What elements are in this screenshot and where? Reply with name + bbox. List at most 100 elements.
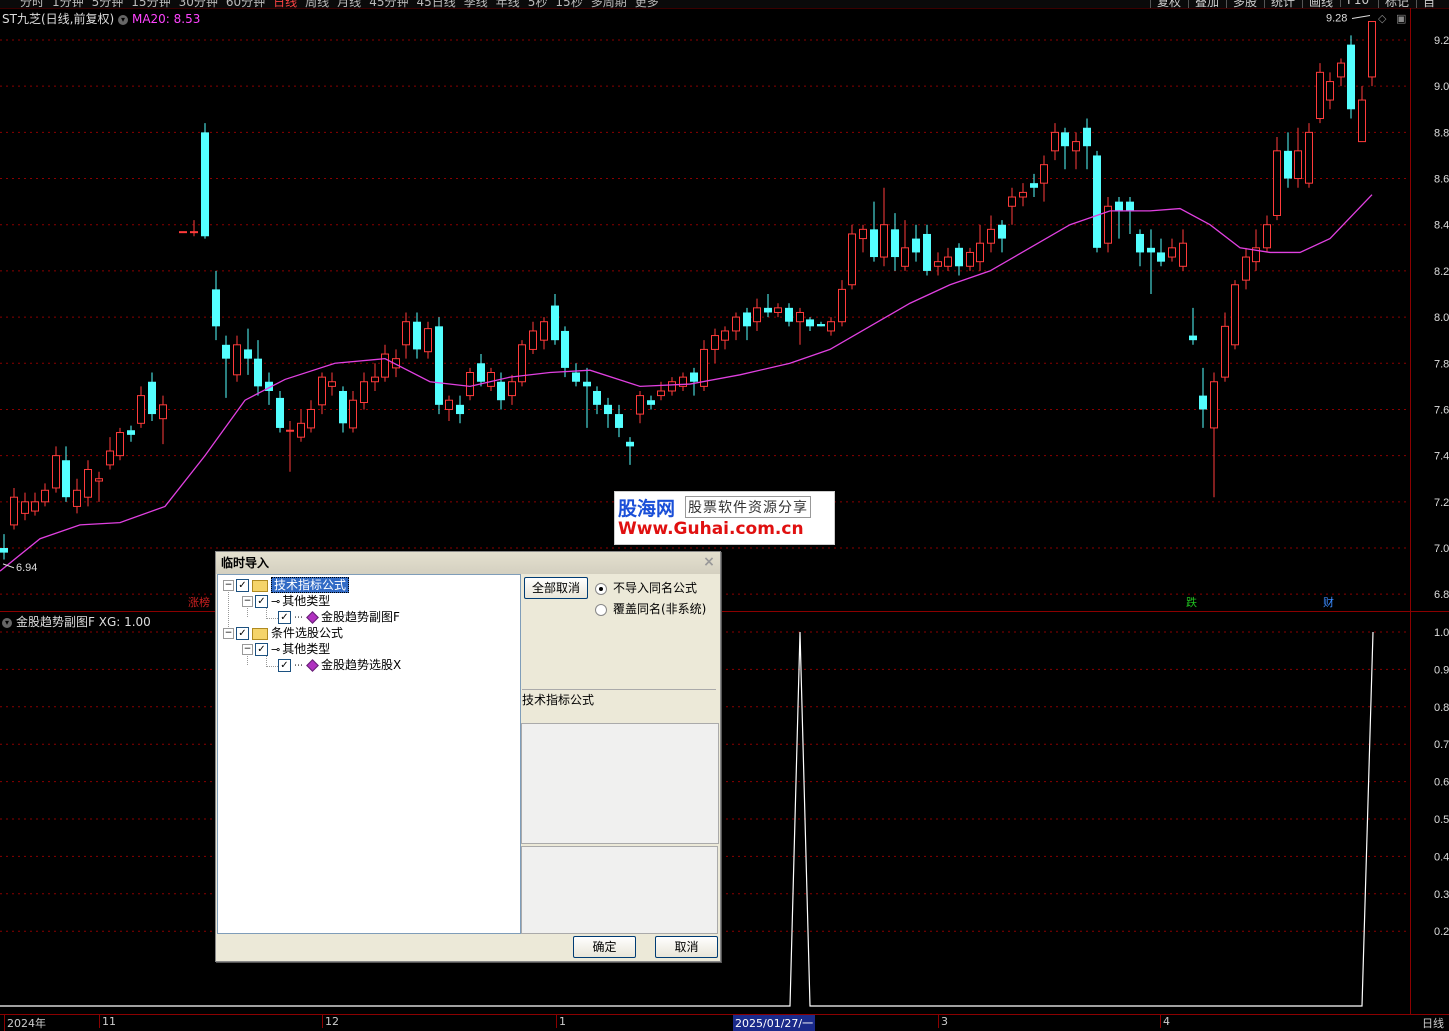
watermark-tagline: 股票软件资源分享: [685, 496, 811, 518]
indicator-tick-label: 0.60: [1434, 777, 1449, 789]
tree-node-other-type[interactable]: − ✓ ⊸ 其他类型: [242, 593, 330, 609]
candle-body: [923, 233, 931, 271]
checkbox[interactable]: ✓: [278, 611, 291, 624]
candle-body: [987, 228, 995, 244]
candle-body: [371, 376, 379, 383]
tree-node-stock-selection[interactable]: − ✓ 条件选股公式: [223, 625, 343, 641]
candle-body: [806, 319, 814, 327]
dialog-titlebar[interactable]: 临时导入 ×: [216, 552, 720, 574]
ok-button[interactable]: 确定: [573, 936, 636, 958]
square-icon: ▣: [1396, 12, 1406, 25]
checkbox[interactable]: ✓: [236, 579, 249, 592]
candle-body: [1368, 21, 1376, 78]
candle-body: [328, 381, 336, 387]
candle-body: [529, 330, 537, 350]
candle-body: [179, 231, 187, 234]
preview-panel: [521, 846, 718, 934]
candle-body: [827, 321, 835, 332]
tree-node-label: 金股趋势选股X: [321, 658, 402, 672]
candle-body: [721, 330, 729, 341]
checkbox[interactable]: ✓: [255, 595, 268, 608]
candle-body: [1072, 141, 1080, 152]
formula-tree[interactable]: − ✓ 技术指标公式 − ✓ ⊸ 其他类型 ✓ ⋯ 金股趋势副图F − ✓ 条件选股公式 − ✓ ⊸ 其…: [217, 574, 521, 934]
candle-body: [753, 307, 761, 323]
price-tick-label: 8.20: [1434, 266, 1449, 278]
candle-body: [636, 395, 644, 415]
collapse-icon[interactable]: ▾: [2, 617, 12, 628]
candle-body: [1189, 335, 1197, 341]
candle-body: [1199, 395, 1207, 410]
candle-body: [1083, 127, 1091, 147]
ma20-label: MA20: 8.53: [131, 12, 201, 26]
candle-body: [212, 289, 220, 327]
price-tick-label: 7.40: [1434, 451, 1449, 463]
watermark-logo: 股海网: [618, 498, 676, 520]
cancel-button[interactable]: 取消: [655, 936, 718, 958]
tree-node-formula[interactable]: ✓ ⋯ 金股趋势选股X: [278, 657, 401, 673]
tree-node-label: 条件选股公式: [271, 626, 344, 640]
candle-body: [297, 422, 305, 438]
price-tick-label: 6.80: [1434, 589, 1449, 601]
candle-body: [998, 224, 1006, 239]
candle-body: [84, 468, 92, 498]
candle-body: [222, 344, 230, 359]
radio-icon[interactable]: [595, 582, 607, 595]
candle-body: [764, 307, 772, 313]
close-icon[interactable]: ×: [702, 555, 716, 569]
link-icon: ⋯: [294, 660, 303, 671]
high-price-marker: 9.28: [1326, 13, 1347, 25]
period-indicator[interactable]: 日线: [1422, 1015, 1444, 1031]
candle-body: [318, 376, 326, 406]
price-tick-label: 8.00: [1434, 312, 1449, 324]
price-tick-label: 9.20: [1434, 35, 1449, 47]
watermark-url: Www.Guhai.com.cn: [618, 519, 804, 539]
checkbox[interactable]: ✓: [255, 643, 268, 656]
clear-all-button[interactable]: 全部取消: [524, 577, 588, 599]
tree-node-tech-indicators[interactable]: − ✓ 技术指标公式: [223, 577, 350, 593]
candle-body: [817, 324, 825, 327]
candle-body: [424, 328, 432, 353]
tree-node-label: 其他类型: [282, 642, 331, 656]
candle-body: [190, 231, 198, 234]
candle-body: [21, 501, 29, 514]
price-tick-label: 8.40: [1434, 220, 1449, 232]
candle-body: [1221, 325, 1229, 378]
checkbox[interactable]: ✓: [236, 627, 249, 640]
radio-icon[interactable]: [595, 603, 607, 616]
candle-body: [615, 414, 623, 428]
indicator-tick-label: 0.20: [1434, 926, 1449, 938]
tree-node-label: 技术指标公式: [271, 577, 350, 593]
candle-body: [73, 489, 81, 507]
candle-body: [1147, 247, 1155, 253]
radio-overwrite[interactable]: 覆盖同名(非系统): [595, 600, 706, 617]
stock-title: ST九芝(日线,前复权): [2, 12, 115, 26]
collapse-icon[interactable]: −: [223, 628, 234, 639]
collapse-icon[interactable]: −: [242, 644, 253, 655]
candle-body: [497, 381, 505, 401]
toolbar-button[interactable]: F10: [1340, 0, 1375, 7]
formula-icon: [306, 611, 319, 624]
candle-body: [52, 455, 60, 489]
diamond-icon: ◇: [1378, 12, 1387, 25]
event-marker: 涨榜: [188, 595, 210, 609]
candle-body: [934, 261, 942, 267]
watermark-banner: 股海网 股票软件资源分享 Www.Guhai.com.cn: [614, 491, 835, 545]
link-icon: ⋯: [294, 612, 303, 623]
candle-body: [732, 316, 740, 332]
candle-body: [456, 404, 464, 415]
key-icon: ⊸: [271, 642, 281, 656]
price-tick-label: 8.80: [1434, 127, 1449, 139]
checkbox[interactable]: ✓: [278, 659, 291, 672]
candle-body: [254, 358, 262, 387]
tree-line: [266, 618, 278, 619]
event-marker: 财: [1323, 595, 1334, 609]
indicator-tick-label: 1.00: [1434, 627, 1449, 639]
collapse-icon[interactable]: −: [242, 596, 253, 607]
tree-node-formula[interactable]: ✓ ⋯ 金股趋势副图F: [278, 609, 400, 625]
candle-body: [1019, 191, 1027, 198]
collapse-icon[interactable]: −: [223, 580, 234, 591]
radio-skip-duplicates[interactable]: 不导入同名公式: [595, 579, 697, 596]
candle-body: [1179, 242, 1187, 267]
collapse-icon[interactable]: ▾: [117, 14, 128, 25]
tree-node-other-type[interactable]: − ✓ ⊸ 其他类型: [242, 641, 330, 657]
